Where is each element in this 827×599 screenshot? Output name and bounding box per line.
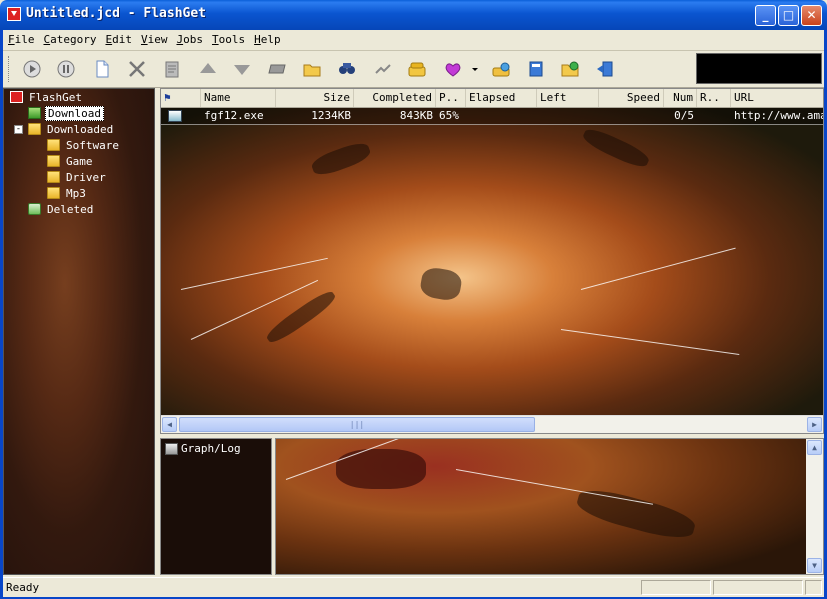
tree-item-deleted[interactable]: Deleted	[28, 202, 95, 217]
column-elapsed[interactable]: Elapsed	[466, 89, 537, 107]
start-icon[interactable]	[22, 59, 42, 79]
column-url[interactable]: URL	[731, 89, 823, 107]
category-icon[interactable]	[267, 59, 287, 79]
column-num[interactable]: Num	[664, 89, 697, 107]
tree-item-software[interactable]: Software	[47, 138, 121, 153]
column-left[interactable]: Left	[537, 89, 599, 107]
row-size: 1234KB	[311, 109, 351, 122]
close-button[interactable]: ✕	[801, 5, 822, 26]
row-r	[697, 108, 731, 124]
column-status-icon[interactable]: ⚑	[161, 89, 201, 107]
row-num: 0/5	[674, 109, 694, 122]
scroll-left-button[interactable]: ◀	[162, 417, 177, 432]
menu-jobs[interactable]: Jobs	[171, 30, 207, 50]
maximize-button[interactable]: □	[778, 5, 799, 26]
web-icon[interactable]	[560, 59, 580, 79]
column-r[interactable]: R..	[697, 89, 731, 107]
window-title: Untitled.jcd - FlashGet	[26, 6, 207, 21]
tree-item-game[interactable]: Game	[47, 154, 95, 169]
graph-log-item[interactable]: Graph/Log	[165, 442, 241, 455]
vertical-scrollbar[interactable]: ▲ ▼	[806, 439, 823, 574]
tree-item-download[interactable]: Download	[28, 105, 104, 121]
connect-icon[interactable]	[373, 59, 393, 79]
row-left	[537, 108, 599, 124]
category-tree: FlashGet Download - Downloaded Software …	[3, 88, 155, 575]
open-folder-icon[interactable]	[302, 59, 322, 79]
options-icon[interactable]	[491, 59, 511, 79]
folder-icon	[47, 171, 60, 183]
folder-icon	[47, 155, 60, 167]
schedule-dropdown-icon[interactable]	[465, 59, 478, 79]
toolbar	[3, 51, 824, 88]
menu-tools[interactable]: Tools	[207, 30, 249, 50]
drop-target-box[interactable]	[696, 53, 822, 84]
column-percent[interactable]: P..	[436, 89, 466, 107]
download-folder-icon	[28, 107, 41, 119]
scroll-right-button[interactable]: ▶	[807, 417, 822, 432]
dial-icon[interactable]	[407, 59, 427, 79]
row-percent: 65%	[439, 109, 459, 122]
column-size[interactable]: Size	[276, 89, 354, 107]
tree-item-mp3[interactable]: Mp3	[47, 186, 88, 201]
menu-edit[interactable]: Edit	[100, 30, 136, 50]
tree-item-flashget[interactable]: FlashGet	[10, 90, 84, 105]
tree-item-driver[interactable]: Driver	[47, 170, 108, 185]
downloaded-collapse-toggle[interactable]: -	[14, 125, 23, 134]
graph-log-panel: Graph/Log	[160, 438, 272, 575]
menu-category[interactable]: Category	[39, 30, 101, 50]
toolbar-grip[interactable]	[8, 56, 12, 82]
log-detail-area: ▲ ▼	[275, 438, 824, 575]
menu-file[interactable]: File	[3, 30, 39, 50]
move-down-icon[interactable]	[232, 59, 252, 79]
site-manager-icon[interactable]	[526, 59, 546, 79]
menu-view[interactable]: View	[136, 30, 172, 50]
download-list: ⚑ Name Size Completed P.. Elapsed Left S…	[160, 88, 824, 434]
scroll-down-button[interactable]: ▼	[807, 558, 822, 573]
row-url: http://www.amaz	[734, 109, 824, 122]
folder-icon	[47, 139, 60, 151]
new-icon[interactable]	[92, 59, 112, 79]
status-pane	[641, 580, 711, 595]
exit-icon[interactable]	[595, 59, 615, 79]
properties-icon[interactable]	[162, 59, 182, 79]
resize-grip[interactable]	[805, 580, 822, 595]
status-bar: Ready	[3, 577, 824, 597]
recycle-bin-icon	[28, 203, 41, 215]
horizontal-scrollbar[interactable]: ◀ ||| ▶	[161, 415, 823, 433]
list-background	[161, 107, 823, 417]
flashget-icon	[10, 91, 23, 103]
column-speed[interactable]: Speed	[599, 89, 664, 107]
row-name: fgf12.exe	[204, 109, 264, 122]
delete-icon[interactable]	[127, 59, 147, 79]
status-pane	[713, 580, 803, 595]
minimize-button[interactable]: _	[755, 5, 776, 26]
table-row[interactable]: fgf12.exe 1234KB 843KB 65% 0/5 http://ww…	[161, 108, 824, 125]
graph-icon	[165, 443, 178, 455]
move-up-icon[interactable]	[198, 59, 218, 79]
folder-icon	[47, 187, 60, 199]
menu-bar: File Category Edit View Jobs Tools Help	[3, 30, 824, 51]
row-elapsed	[466, 108, 537, 124]
find-icon[interactable]	[337, 59, 357, 79]
scroll-up-button[interactable]: ▲	[807, 440, 822, 455]
folder-icon	[28, 123, 41, 135]
title-bar: Untitled.jcd - FlashGet _ □ ✕	[0, 0, 827, 30]
column-name[interactable]: Name	[201, 89, 276, 107]
tree-item-downloaded[interactable]: Downloaded	[28, 122, 115, 137]
pause-icon[interactable]	[56, 59, 76, 79]
row-completed: 843KB	[399, 109, 433, 122]
schedule-icon[interactable]	[443, 59, 463, 79]
flashget-app-icon[interactable]	[7, 7, 21, 21]
list-header: ⚑ Name Size Completed P.. Elapsed Left S…	[161, 89, 823, 108]
column-completed[interactable]: Completed	[354, 89, 436, 107]
scroll-thumb[interactable]: |||	[179, 417, 535, 432]
menu-help[interactable]: Help	[249, 30, 285, 50]
downloading-icon	[165, 108, 201, 124]
status-text: Ready	[6, 581, 40, 594]
row-speed	[599, 108, 664, 124]
flag-icon: ⚑	[164, 91, 171, 104]
